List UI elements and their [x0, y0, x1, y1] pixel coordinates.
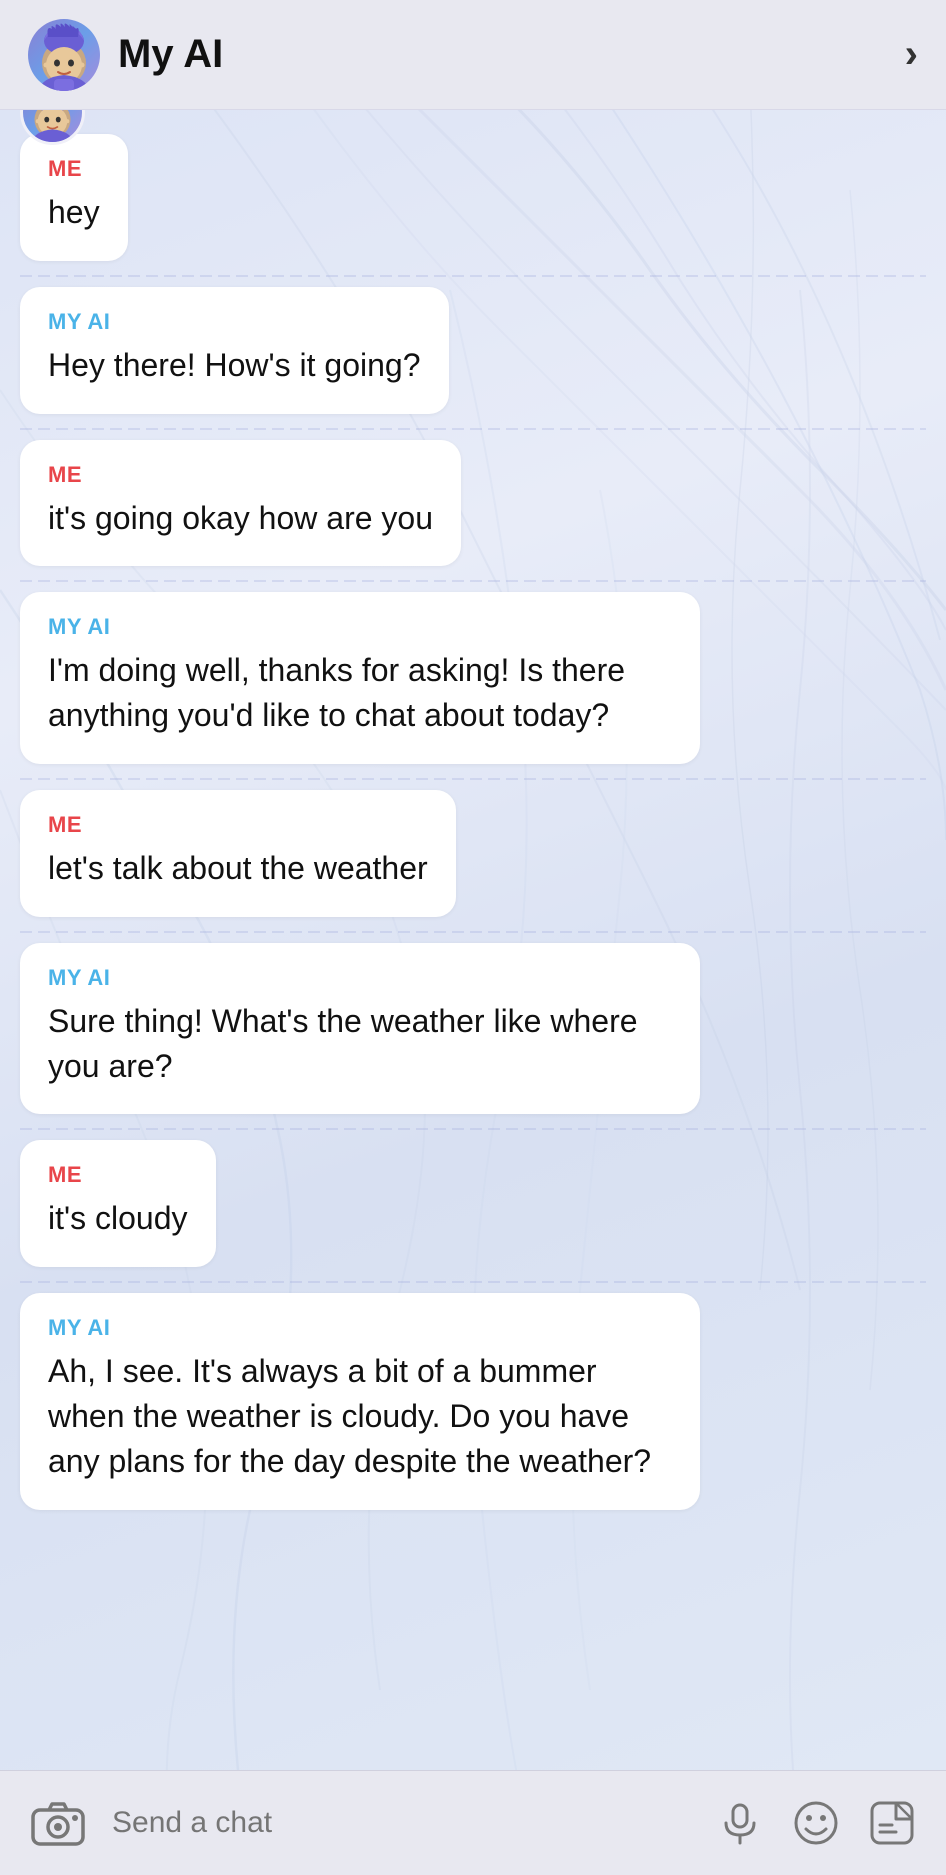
message-text: it's cloudy	[48, 1196, 188, 1241]
emoji-button[interactable]	[790, 1797, 842, 1849]
sender-label-me: ME	[48, 156, 100, 182]
message-text: Hey there! How's it going?	[48, 343, 421, 388]
message-text: hey	[48, 190, 100, 235]
header-title: My AI	[118, 32, 223, 77]
message-divider	[20, 778, 926, 780]
message-divider	[20, 580, 926, 582]
sender-label-ai: MY AI	[48, 614, 672, 640]
message-divider	[20, 1281, 926, 1283]
message-text: let's talk about the weather	[48, 846, 428, 891]
sticker-button[interactable]	[866, 1797, 918, 1849]
input-bar	[0, 1770, 946, 1875]
message-text: Sure thing! What's the weather like wher…	[48, 999, 672, 1089]
sender-label-me: ME	[48, 1162, 188, 1188]
message-bubble: MY AI I'm doing well, thanks for asking!…	[20, 592, 700, 764]
message-bubble: ME hey	[20, 134, 128, 261]
chat-area: ME hey MY AI Hey there! How's it going? …	[0, 110, 946, 1770]
message-bubble: ME let's talk about the weather	[20, 790, 456, 917]
message-divider	[20, 428, 926, 430]
message-divider	[20, 1128, 926, 1130]
sender-label-me: ME	[48, 812, 428, 838]
chat-messages: ME hey MY AI Hey there! How's it going? …	[0, 110, 946, 1610]
header-left: My AI	[28, 19, 223, 91]
message-bubble: MY AI Hey there! How's it going?	[20, 287, 449, 414]
microphone-button[interactable]	[714, 1797, 766, 1849]
message-divider	[20, 931, 926, 933]
message-bubble: MY AI Ah, I see. It's always a bit of a …	[20, 1293, 700, 1509]
message-bubble: ME it's going okay how are you	[20, 440, 461, 567]
message-text: I'm doing well, thanks for asking! Is th…	[48, 648, 672, 738]
message-bubble: ME it's cloudy	[20, 1140, 216, 1267]
sender-label-ai: MY AI	[48, 309, 421, 335]
message-bubble: MY AI Sure thing! What's the weather lik…	[20, 943, 700, 1115]
message-text: it's going okay how are you	[48, 496, 433, 541]
sender-label-ai: MY AI	[48, 1315, 672, 1341]
message-text: Ah, I see. It's always a bit of a bummer…	[48, 1349, 672, 1483]
camera-button[interactable]	[28, 1793, 88, 1853]
sender-label-me: ME	[48, 462, 433, 488]
chat-header: My AI ›	[0, 0, 946, 110]
avatar[interactable]	[28, 19, 100, 91]
chat-input[interactable]	[112, 1806, 690, 1840]
chevron-right-icon[interactable]: ›	[905, 32, 918, 77]
message-divider	[20, 275, 926, 277]
sender-label-ai: MY AI	[48, 965, 672, 991]
